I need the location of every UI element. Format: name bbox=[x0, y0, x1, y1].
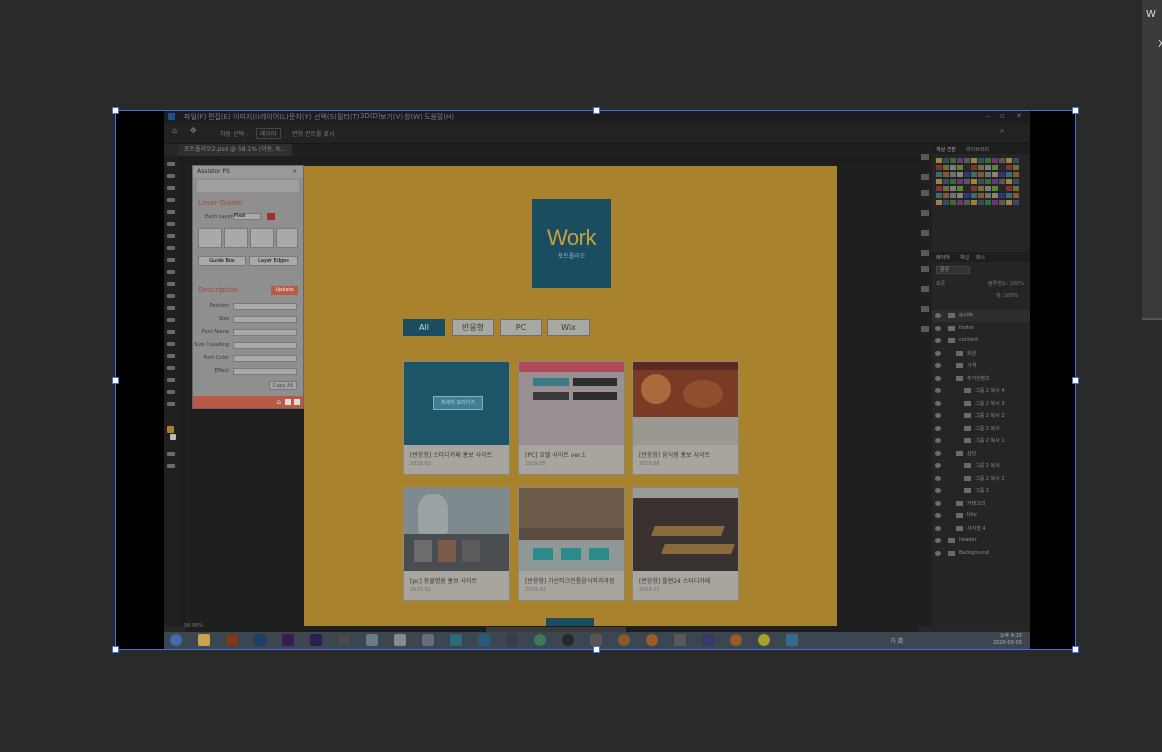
edge-panel-title: W bbox=[1146, 9, 1156, 20]
resize-handle-top-right[interactable] bbox=[1072, 107, 1079, 114]
resize-handle-right[interactable] bbox=[1072, 377, 1079, 384]
resize-handle-top[interactable] bbox=[593, 107, 600, 114]
resize-handle-left[interactable] bbox=[112, 377, 119, 384]
selection-frame[interactable] bbox=[112, 107, 1079, 653]
resize-handle-bottom-left[interactable] bbox=[112, 646, 119, 653]
resize-handle-bottom-right[interactable] bbox=[1072, 646, 1079, 653]
edge-panel: W X bbox=[1142, 0, 1162, 320]
edge-close-button[interactable]: X bbox=[1158, 39, 1162, 50]
resize-handle-bottom[interactable] bbox=[593, 646, 600, 653]
resize-handle-top-left[interactable] bbox=[112, 107, 119, 114]
